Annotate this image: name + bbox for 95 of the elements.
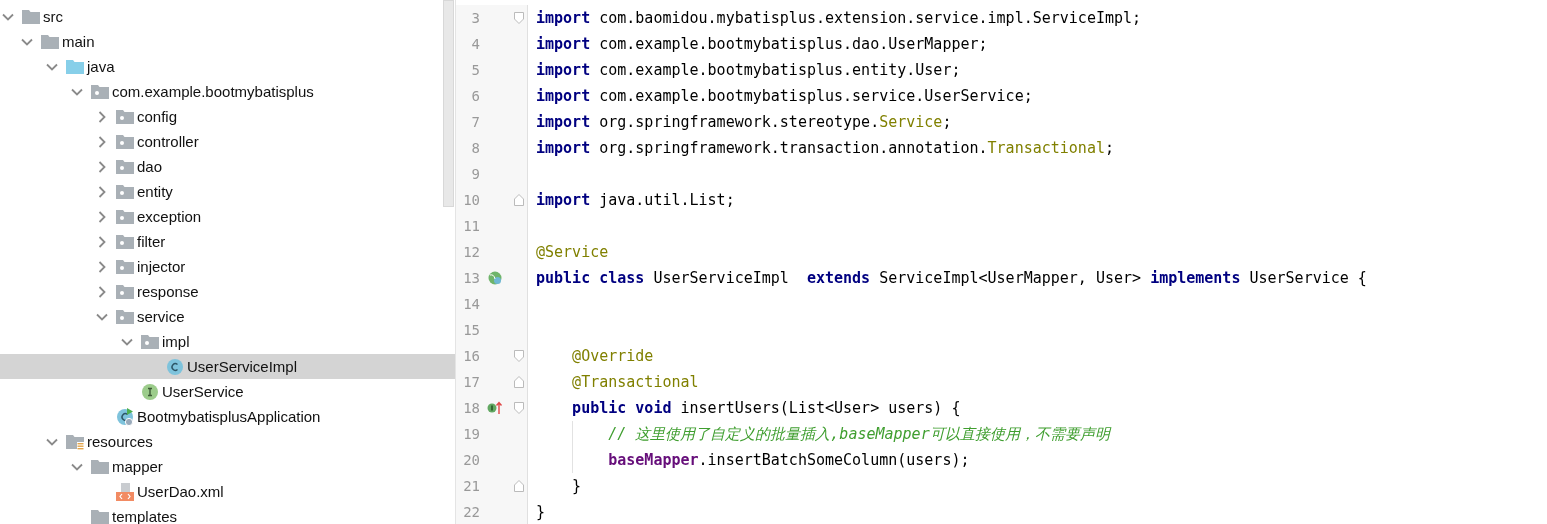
code-line: @Transactional [571, 373, 699, 391]
tree-item[interactable]: controller [0, 129, 455, 154]
tree-item[interactable]: resources [0, 429, 455, 454]
package-folder-icon [141, 333, 159, 350]
package-folder-icon [116, 233, 134, 250]
package-folder-icon [116, 158, 134, 175]
chevron-right-icon[interactable] [96, 110, 108, 123]
tree-item[interactable]: java [0, 54, 455, 79]
line-number: 21 [462, 478, 480, 494]
selected-tree-item[interactable]: UserServiceImpl [0, 354, 455, 379]
tree-item[interactable]: impl [0, 329, 455, 354]
line-number: 14 [462, 296, 480, 312]
fold-marker-icon[interactable] [514, 194, 524, 206]
code-line: baseMapper.insertBatchSomeColumn(users); [607, 451, 970, 469]
line-number: 4 [470, 36, 480, 52]
tree-item[interactable]: BootmybatisplusApplication [0, 404, 455, 429]
code-line: import com.example.bootmybatisplus.entity.User; [536, 61, 961, 79]
line-number: 20 [462, 452, 480, 468]
resource-folder-icon [66, 433, 84, 450]
package-folder-icon [116, 283, 134, 300]
chevron-right-icon[interactable] [96, 260, 108, 273]
line-number: 3 [470, 10, 480, 26]
tree-item[interactable]: UserService [0, 379, 455, 404]
line-number: 10 [462, 192, 480, 208]
class-icon [166, 357, 184, 376]
line-number: 12 [462, 244, 480, 260]
code-line: } [571, 477, 582, 495]
xml-file-icon [116, 481, 134, 502]
tree-item[interactable]: response [0, 279, 455, 304]
package-folder-icon [116, 258, 134, 275]
line-number: 17 [462, 374, 480, 390]
fold-marker-icon[interactable] [514, 376, 524, 388]
tree-item[interactable]: src [0, 4, 455, 29]
tree-item[interactable]: dao [0, 154, 455, 179]
code-line: import com.baomidou.mybatisplus.extension.service.impl.ServiceImpl; [536, 9, 1142, 27]
line-number: 6 [470, 88, 480, 104]
line-number: 19 [462, 426, 480, 442]
tree-item[interactable]: entity [0, 179, 455, 204]
tree-item[interactable]: exception [0, 204, 455, 229]
tree-item[interactable]: UserDao.xml [0, 479, 455, 504]
code-line: } [536, 503, 546, 521]
tree-item[interactable]: templates [0, 504, 455, 524]
line-number: 7 [470, 114, 480, 130]
tree-item[interactable]: config [0, 104, 455, 129]
folder-icon [66, 58, 84, 75]
spring-bean-icon[interactable] [488, 271, 502, 285]
code-line: @Override [571, 347, 654, 365]
fold-marker-icon[interactable] [514, 480, 524, 492]
line-number: 9 [470, 166, 480, 182]
folder-icon [91, 458, 109, 475]
chevron-right-icon[interactable] [96, 185, 108, 198]
package-folder-icon [116, 208, 134, 225]
code-line: import org.springframework.stereotype.Service; [536, 113, 952, 131]
line-number: 8 [470, 140, 480, 156]
fold-marker-icon[interactable] [514, 12, 524, 24]
package-folder-icon [116, 308, 134, 325]
scrollbar-thumb[interactable] [443, 0, 454, 207]
code-line: public class UserServiceImpl extends ServiceImpl<UserMapper, User> implements UserService { [536, 269, 1367, 287]
chevron-right-icon[interactable] [96, 210, 108, 223]
line-number: 5 [470, 62, 480, 78]
code-line: import com.example.bootmybatisplus.service.UserService; [536, 87, 1033, 105]
fold-marker-icon[interactable] [514, 350, 524, 362]
code-line: public void insertUsers(List<User> users) { [571, 399, 961, 417]
line-number: 22 [462, 504, 480, 520]
tree-item[interactable]: filter [0, 229, 455, 254]
line-number: 18 [462, 400, 480, 416]
tree-item[interactable]: com.example.bootmybatisplus [0, 79, 455, 104]
code-line: import org.springframework.transaction.annotation.Transactional; [536, 139, 1114, 157]
run-class-icon [116, 407, 134, 426]
code-line: // 这里使用了自定义的批量插入,baseMapper可以直接使用，不需要声明 [607, 424, 1110, 444]
folder-icon [22, 8, 40, 25]
package-folder-icon [116, 108, 134, 125]
code-line: import com.example.bootmybatisplus.dao.UserMapper; [536, 35, 988, 53]
package-folder-icon [91, 83, 109, 100]
line-number: 16 [462, 348, 480, 364]
tree-item[interactable]: service [0, 304, 455, 329]
interface-icon [141, 382, 159, 401]
chevron-right-icon[interactable] [96, 160, 108, 173]
chevron-right-icon[interactable] [96, 285, 108, 298]
line-number: 15 [462, 322, 480, 338]
code-line: import java.util.List; [536, 191, 735, 209]
tree-item[interactable]: injector [0, 254, 455, 279]
fold-marker-icon[interactable] [514, 402, 524, 414]
line-number: 13 [462, 270, 480, 286]
folder-icon [41, 33, 59, 50]
tree-item[interactable]: mapper [0, 454, 455, 479]
package-folder-icon [116, 183, 134, 200]
line-number: 11 [462, 218, 480, 234]
chevron-right-icon[interactable] [96, 135, 108, 148]
implements-marker-icon[interactable] [487, 401, 503, 415]
chevron-right-icon[interactable] [96, 235, 108, 248]
folder-icon [91, 508, 109, 524]
code-line: @Service [536, 243, 609, 261]
tree-item[interactable]: main [0, 29, 455, 54]
package-folder-icon [116, 133, 134, 150]
